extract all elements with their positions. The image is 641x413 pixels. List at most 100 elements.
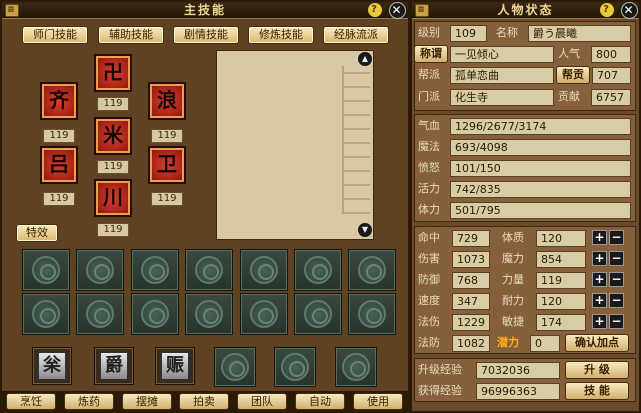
skill-panel: ≡ 主技能 ? ✕ 师门技能 辅助技能 剧情技能 修炼技能 经脉流派 卍 119… — [0, 0, 412, 413]
attr-label: 力量 — [502, 273, 524, 286]
item-slot[interactable] — [22, 293, 70, 335]
stat-label: 命中 — [418, 231, 440, 244]
stat-label: 速度 — [418, 294, 440, 307]
popularity-value: 800 — [591, 46, 631, 63]
gang-label: 帮派 — [418, 68, 440, 81]
special-skill-icon: 爵 — [99, 351, 129, 381]
menu-icon[interactable]: ≡ — [5, 4, 19, 17]
skill-icon[interactable]: 米 — [94, 117, 132, 155]
plus-icon[interactable]: + — [592, 272, 607, 287]
item-slot[interactable] — [240, 293, 288, 335]
plus-icon[interactable]: + — [592, 230, 607, 245]
tab-support-skills[interactable]: 辅助技能 — [98, 26, 164, 44]
minus-icon[interactable]: − — [609, 272, 624, 287]
skill-icon[interactable]: 齐 — [40, 82, 78, 120]
item-slot[interactable] — [240, 249, 288, 291]
special-skill-icon: 赈 — [160, 351, 190, 381]
empty-skill-slot[interactable] — [214, 347, 256, 387]
attr-label: 体质 — [502, 231, 524, 244]
attr-value: 119 — [536, 272, 586, 289]
level-label: 级别 — [418, 26, 440, 39]
item-slot[interactable] — [131, 293, 179, 335]
upgrade-exp-value: 7032036 — [476, 362, 560, 379]
special-skill-slot[interactable]: 爵 — [94, 347, 134, 385]
alchemy-button[interactable]: 炼药 — [64, 393, 114, 410]
item-slot[interactable] — [76, 249, 124, 291]
stall-button[interactable]: 摆摊 — [122, 393, 172, 410]
skill-icon[interactable]: 吕 — [40, 146, 78, 184]
stat-value: 1073 — [452, 251, 490, 268]
empty-skill-slot[interactable] — [274, 347, 316, 387]
vital-value: 501/795 — [450, 202, 631, 219]
confirm-points-button[interactable]: 确认加点 — [565, 334, 629, 352]
status-panel-title: 人物状态 — [497, 3, 554, 17]
potential-value: 0 — [530, 335, 560, 352]
scroll-down-icon[interactable]: ▼ — [358, 223, 372, 237]
skill-level: 119 — [43, 129, 75, 143]
vital-value: 101/150 — [450, 160, 631, 177]
menu-icon[interactable]: ≡ — [415, 4, 429, 17]
skill-level: 119 — [43, 192, 75, 206]
sect-label: 门派 — [418, 90, 440, 103]
auto-button[interactable]: 自动 — [295, 393, 345, 410]
skills-button[interactable]: 技 能 — [565, 382, 629, 400]
skill-icon[interactable]: 川 — [94, 179, 132, 217]
stat-value: 1229 — [452, 314, 490, 331]
gained-exp-label: 获得经验 — [418, 384, 462, 397]
auction-button[interactable]: 拍卖 — [179, 393, 229, 410]
item-slot[interactable] — [294, 293, 342, 335]
decorative-fret-border — [342, 66, 370, 214]
minus-icon[interactable]: − — [609, 230, 624, 245]
plus-icon[interactable]: + — [592, 293, 607, 308]
item-slot[interactable] — [185, 293, 233, 335]
vital-value: 742/835 — [450, 181, 631, 198]
level-value: 109 — [450, 25, 487, 42]
attr-value: 120 — [536, 293, 586, 310]
scroll-up-icon[interactable]: ▲ — [358, 52, 372, 66]
stat-label: 防御 — [418, 273, 440, 286]
skill-icon[interactable]: 卍 — [94, 54, 132, 92]
close-icon[interactable]: ✕ — [389, 2, 406, 19]
minus-icon[interactable]: − — [609, 251, 624, 266]
special-skill-slot[interactable]: 赈 — [155, 347, 195, 385]
vital-value: 1296/2677/3174 — [450, 118, 631, 135]
tab-meridian[interactable]: 经脉流派 — [323, 26, 389, 44]
special-skill-slot[interactable]: 枀 — [32, 347, 72, 385]
skill-icon[interactable]: 卫 — [148, 146, 186, 184]
level-up-button[interactable]: 升 级 — [565, 361, 629, 379]
tab-story-skills[interactable]: 剧情技能 — [173, 26, 239, 44]
vital-label: 活力 — [418, 182, 440, 195]
tab-sect-skills[interactable]: 师门技能 — [22, 26, 88, 44]
item-slot[interactable] — [131, 249, 179, 291]
plus-icon[interactable]: + — [592, 314, 607, 329]
close-icon[interactable]: ✕ — [621, 2, 638, 19]
item-slot[interactable] — [22, 249, 70, 291]
merit-value: 6757 — [591, 89, 631, 106]
item-slot[interactable] — [294, 249, 342, 291]
title-button[interactable]: 称谓 — [414, 45, 448, 63]
plus-icon[interactable]: + — [592, 251, 607, 266]
item-slot[interactable] — [348, 293, 396, 335]
minus-icon[interactable]: − — [609, 293, 624, 308]
potential-label: 潜力 — [497, 336, 519, 349]
name-label: 名称 — [496, 26, 518, 39]
cooking-button[interactable]: 烹饪 — [6, 393, 56, 410]
status-title-bar: ≡ 人物状态 ? ✕ — [412, 2, 639, 19]
magic-defense-value: 1082 — [452, 335, 490, 352]
tab-cultivation-skills[interactable]: 修炼技能 — [248, 26, 314, 44]
skill-icon[interactable]: 浪 — [148, 82, 186, 120]
item-slot[interactable] — [348, 249, 396, 291]
help-icon[interactable]: ? — [368, 3, 382, 17]
help-icon[interactable]: ? — [600, 3, 614, 17]
title-value: 一见倾心 — [450, 46, 554, 63]
minus-icon[interactable]: − — [609, 314, 624, 329]
empty-skill-slot[interactable] — [335, 347, 377, 387]
gained-exp-value: 96996363 — [476, 383, 560, 400]
use-button[interactable]: 使用 — [353, 393, 403, 410]
item-slot[interactable] — [76, 293, 124, 335]
special-effects-button[interactable]: 特效 — [16, 224, 58, 242]
attr-value: 174 — [536, 314, 586, 331]
team-button[interactable]: 团队 — [237, 393, 287, 410]
item-slot[interactable] — [185, 249, 233, 291]
contribution-button[interactable]: 帮贡 — [556, 66, 590, 84]
